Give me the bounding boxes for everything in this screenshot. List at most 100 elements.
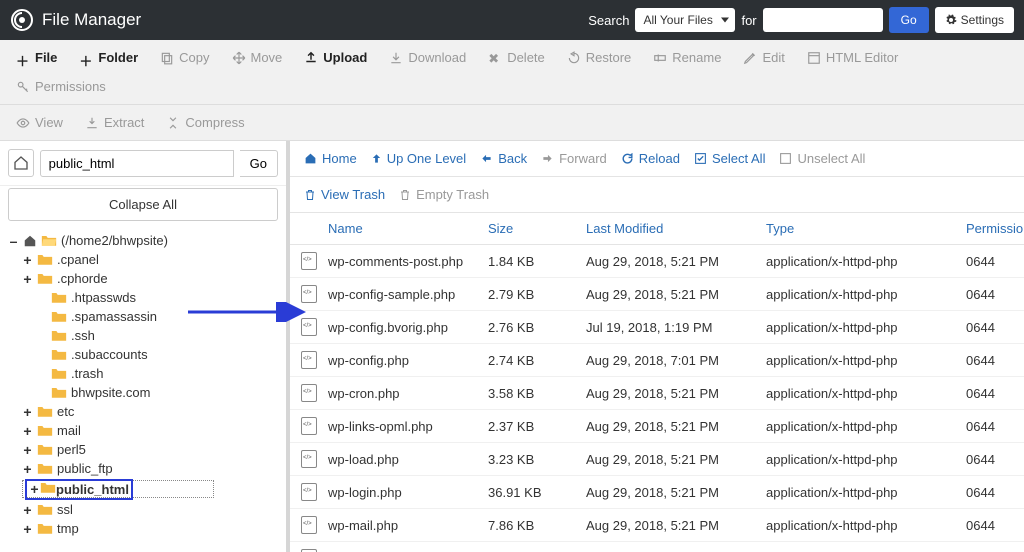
col-name[interactable]: Name xyxy=(324,221,484,236)
nav-home[interactable]: Home xyxy=(304,151,357,166)
folder-icon xyxy=(37,503,53,516)
tree-root[interactable]: – (/home2/bhwpsite) xyxy=(8,231,278,250)
tree-item[interactable]: .subaccounts xyxy=(8,345,278,364)
folder-icon xyxy=(51,367,67,380)
expand-icon[interactable]: + xyxy=(22,462,33,476)
file-row[interactable]: wp-settings.php15.87 KBAug 29, 2018, 5:2… xyxy=(290,542,1024,552)
expand-icon[interactable]: + xyxy=(22,405,33,419)
html-editor-button[interactable]: HTML Editor xyxy=(797,44,908,71)
edit-button[interactable]: Edit xyxy=(733,44,794,71)
upload-icon xyxy=(304,51,318,65)
tree-item[interactable]: + public_ftp xyxy=(8,459,278,478)
file-type: application/x-httpd-php xyxy=(762,485,962,500)
upload-button[interactable]: Upload xyxy=(294,44,377,71)
file-size: 36.91 KB xyxy=(484,485,582,500)
search-input[interactable] xyxy=(763,8,883,32)
path-input[interactable] xyxy=(40,150,234,177)
folder-open-icon xyxy=(41,234,57,247)
col-type[interactable]: Type xyxy=(762,221,962,236)
search-go-button[interactable]: Go xyxy=(889,7,929,33)
tree-item[interactable]: .trash xyxy=(8,364,278,383)
unselect-all[interactable]: Unselect All xyxy=(779,151,865,166)
permissions-button[interactable]: Permissions xyxy=(6,73,116,100)
path-go-button[interactable]: Go xyxy=(240,150,278,177)
trash-icon xyxy=(399,188,411,202)
col-permissions[interactable]: Permissions xyxy=(962,221,1024,236)
file-row[interactable]: wp-cron.php3.58 KBAug 29, 2018, 5:21 PMa… xyxy=(290,377,1024,410)
tree-item[interactable]: + etc xyxy=(8,402,278,421)
php-file-icon xyxy=(301,285,317,303)
search-scope-select[interactable]: All Your Files xyxy=(635,8,735,32)
restore-button[interactable]: Restore xyxy=(557,44,642,71)
collapse-icon[interactable]: – xyxy=(8,234,19,248)
expand-icon[interactable]: + xyxy=(22,424,33,438)
folder-button[interactable]: ＋Folder xyxy=(69,44,148,71)
tree-item[interactable]: .spamassassin xyxy=(8,307,278,326)
expand-icon[interactable]: + xyxy=(22,253,33,267)
settings-button[interactable]: Settings xyxy=(935,7,1014,33)
tree-item[interactable]: +perl5 xyxy=(8,440,278,459)
pencil-icon xyxy=(743,51,757,65)
move-button[interactable]: Move xyxy=(222,44,293,71)
gear-icon xyxy=(945,14,957,26)
secondary-toolbar: View Extract Compress xyxy=(0,105,1024,141)
tree-item[interactable]: .htpasswds xyxy=(8,288,278,307)
col-size[interactable]: Size xyxy=(484,221,582,236)
empty-trash[interactable]: Empty Trash xyxy=(399,187,489,202)
tree-item[interactable]: +ssl xyxy=(8,500,278,519)
expand-icon[interactable]: + xyxy=(22,272,33,286)
extract-button[interactable]: Extract xyxy=(75,109,154,136)
tree-item[interactable]: .ssh xyxy=(8,326,278,345)
tree-item[interactable]: + tmp xyxy=(8,519,278,538)
download-button[interactable]: Download xyxy=(379,44,476,71)
col-modified[interactable]: Last Modified xyxy=(582,221,762,236)
expand-icon[interactable]: + xyxy=(22,443,33,457)
compress-button[interactable]: Compress xyxy=(156,109,254,136)
nav-reload[interactable]: Reload xyxy=(621,151,680,166)
rename-button[interactable]: Rename xyxy=(643,44,731,71)
expand-icon[interactable]: + xyxy=(22,503,33,517)
view-button[interactable]: View xyxy=(6,109,73,136)
collapse-all-button[interactable]: Collapse All xyxy=(8,188,278,221)
tree-item-label: etc xyxy=(57,404,74,419)
tree-item[interactable]: +mail xyxy=(8,421,278,440)
expand-icon[interactable]: + xyxy=(22,522,33,536)
app-title: File Manager xyxy=(42,10,141,30)
expand-icon[interactable]: + xyxy=(29,482,40,496)
home-button[interactable] xyxy=(8,149,34,177)
file-row[interactable]: wp-comments-post.php1.84 KBAug 29, 2018,… xyxy=(290,245,1024,278)
nav-up[interactable]: Up One Level xyxy=(371,151,467,166)
file-row[interactable]: wp-login.php36.91 KBAug 29, 2018, 5:21 P… xyxy=(290,476,1024,509)
file-size: 2.37 KB xyxy=(484,419,582,434)
folder-icon xyxy=(51,310,67,323)
nav-forward[interactable]: Forward xyxy=(541,151,607,166)
copy-button[interactable]: Copy xyxy=(150,44,219,71)
tree-item-label: public_ftp xyxy=(57,461,113,476)
file-row[interactable]: wp-links-opml.php2.37 KBAug 29, 2018, 5:… xyxy=(290,410,1024,443)
file-modified: Aug 29, 2018, 5:21 PM xyxy=(582,452,762,467)
file-name: wp-cron.php xyxy=(324,386,484,401)
select-all[interactable]: Select All xyxy=(694,151,765,166)
file-button[interactable]: ＋File xyxy=(6,44,67,71)
file-row[interactable]: wp-mail.php7.86 KBAug 29, 2018, 5:21 PMa… xyxy=(290,509,1024,542)
tree-item[interactable]: bhwpsite.com xyxy=(8,383,278,402)
folder-icon xyxy=(37,522,53,535)
view-trash[interactable]: View Trash xyxy=(304,187,385,202)
delete-button[interactable]: ✖Delete xyxy=(478,44,555,71)
file-name: wp-comments-post.php xyxy=(324,254,484,269)
file-row[interactable]: wp-load.php3.23 KBAug 29, 2018, 5:21 PMa… xyxy=(290,443,1024,476)
file-name: wp-config.bvorig.php xyxy=(324,320,484,335)
file-row[interactable]: wp-config.bvorig.php2.76 KBJul 19, 2018,… xyxy=(290,311,1024,344)
file-type: application/x-httpd-php xyxy=(762,419,962,434)
folder-tree: – (/home2/bhwpsite) +.cpanel+.cphorde.ht… xyxy=(0,227,286,552)
tree-item-label: tmp xyxy=(57,521,79,536)
main-toolbar: ＋File ＋Folder Copy Move Upload Download … xyxy=(0,40,1024,105)
tree-item[interactable]: +.cpanel xyxy=(8,250,278,269)
tree-item[interactable]: +.cphorde xyxy=(8,269,278,288)
file-row[interactable]: wp-config.php2.74 KBAug 29, 2018, 7:01 P… xyxy=(290,344,1024,377)
tree-item[interactable]: +public_html xyxy=(8,478,278,500)
file-modified: Aug 29, 2018, 5:21 PM xyxy=(582,518,762,533)
file-row[interactable]: wp-config-sample.php2.79 KBAug 29, 2018,… xyxy=(290,278,1024,311)
file-permissions: 0644 xyxy=(962,452,1024,467)
nav-back[interactable]: Back xyxy=(480,151,527,166)
